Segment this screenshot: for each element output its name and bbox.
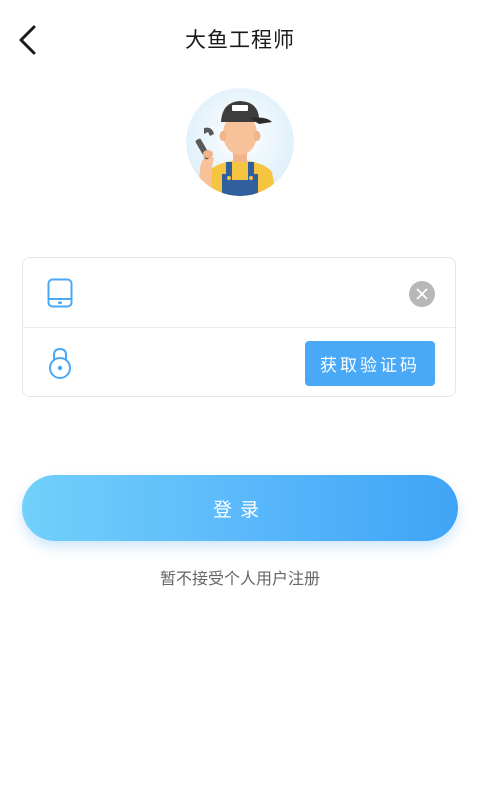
register-notice-link[interactable]: 暂不接受个人用户注册 [0,565,480,589]
login-button[interactable]: 登录 [22,475,458,541]
clear-button[interactable] [409,281,435,307]
page-title: 大鱼工程师 [185,28,295,52]
clear-icon [416,288,428,300]
lock-icon [45,346,75,380]
phone-icon [45,276,75,310]
header: 大鱼工程师 [0,0,480,80]
get-code-button[interactable]: 获取验证码 [305,341,435,386]
login-page: 大鱼工程师 获取验证码 登录 暂不接受个人用户注册 [0,0,480,800]
phone-row [23,258,455,328]
avatar [186,88,294,196]
login-form: 获取验证码 [22,257,456,397]
phone-input[interactable] [91,274,395,314]
engineer-avatar-icon [186,88,294,196]
code-row: 获取验证码 [23,328,455,398]
verification-code-input[interactable] [91,344,305,384]
